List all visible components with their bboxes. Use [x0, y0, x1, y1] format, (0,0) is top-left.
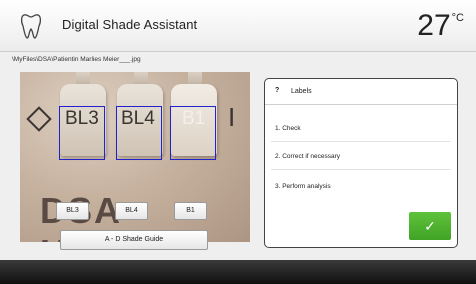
- file-path: \MyFiles\DSA\Patientin Marlies Meier___.…: [12, 56, 141, 63]
- panel-header: ? Labels: [265, 79, 457, 105]
- shade-guide-button[interactable]: A - D Shade Guide: [60, 230, 208, 250]
- footer-bar: [0, 260, 476, 284]
- checkmark-icon: ✓: [424, 218, 436, 234]
- header-bar: Digital Shade Assistant 27°C: [0, 0, 476, 52]
- temperature-unit: °C: [451, 12, 464, 24]
- tab-bar-mark-icon: I: [228, 102, 236, 132]
- tooth-icon: [20, 14, 42, 39]
- temperature-value: 27: [417, 9, 451, 42]
- temperature-display: 27°C: [417, 9, 464, 43]
- shade-button-bl3[interactable]: BL3: [56, 202, 89, 220]
- step-check: 1. Check: [275, 125, 301, 132]
- app-title: Digital Shade Assistant: [62, 17, 198, 32]
- detection-box-bl3[interactable]: [59, 106, 105, 160]
- step-divider: [271, 169, 451, 170]
- confirm-button[interactable]: ✓: [409, 212, 451, 240]
- labels-panel: ? Labels 1. Check 2. Correct if necessar…: [264, 78, 458, 248]
- question-icon: ?: [275, 87, 280, 94]
- step-correct: 2. Correct if necessary: [275, 153, 341, 160]
- step-divider: [271, 141, 451, 142]
- screen: Digital Shade Assistant 27°C \MyFiles\DS…: [0, 0, 476, 284]
- shade-button-b1[interactable]: B1: [174, 202, 207, 220]
- detection-box-bl4[interactable]: [116, 106, 162, 160]
- panel-title: Labels: [291, 88, 312, 95]
- step-analysis: 3. Perform analysis: [275, 183, 331, 190]
- shade-button-bl4[interactable]: BL4: [115, 202, 148, 220]
- diamond-mark-icon: [26, 106, 52, 132]
- detection-box-b1[interactable]: [170, 106, 216, 160]
